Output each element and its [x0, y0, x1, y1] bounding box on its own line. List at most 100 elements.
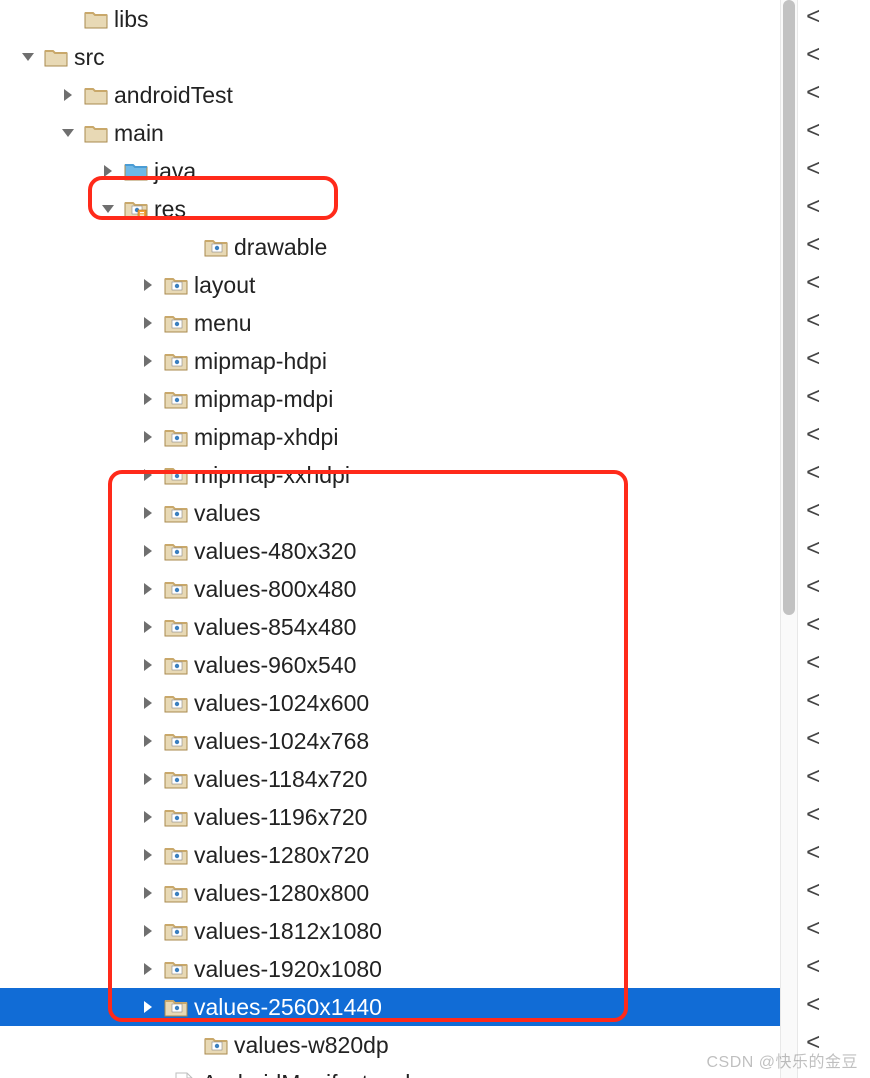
editor-panel[interactable]: <<<<<<<<<<<<<<<<<<<<<<<<<<<<: [798, 0, 870, 1078]
folder-dot-icon: [164, 882, 188, 904]
tree-item-drawable[interactable]: drawable: [0, 228, 780, 266]
tree-scrollbar[interactable]: [780, 0, 798, 1078]
tree-item-values-800x480[interactable]: values-800x480: [0, 570, 780, 608]
chevron-right-icon[interactable]: [140, 771, 156, 787]
tree-item-androidtest[interactable]: androidTest: [0, 76, 780, 114]
tree-item-values-1196x720[interactable]: values-1196x720: [0, 798, 780, 836]
tree-item-values-w820dp[interactable]: values-w820dp: [0, 1026, 780, 1064]
tree-item-label: values-854x480: [194, 614, 356, 641]
editor-line: <: [806, 836, 870, 874]
folder-icon: [44, 46, 68, 68]
tree-item-mipmap-xxhdpi[interactable]: mipmap-xxhdpi: [0, 456, 780, 494]
tree-item-label: libs: [114, 6, 149, 33]
chevron-down-icon[interactable]: [100, 201, 116, 217]
tree-item-values-1024x768[interactable]: values-1024x768: [0, 722, 780, 760]
tree-item-label: res: [154, 196, 186, 223]
chevron-right-icon[interactable]: [140, 277, 156, 293]
project-tree[interactable]: libs srcandroidTestmain java res drawable lay…: [0, 0, 780, 1078]
folder-dot-icon: [164, 578, 188, 600]
tree-item-label: values-960x540: [194, 652, 356, 679]
chevron-down-icon[interactable]: [60, 125, 76, 141]
chevron-right-icon[interactable]: [140, 847, 156, 863]
editor-line: <: [806, 760, 870, 798]
folder-dot-icon: [164, 426, 188, 448]
chevron-right-icon[interactable]: [140, 695, 156, 711]
tree-item-java[interactable]: java: [0, 152, 780, 190]
editor-line: <: [806, 570, 870, 608]
tree-item-values-960x540[interactable]: values-960x540: [0, 646, 780, 684]
tree-item-layout[interactable]: layout: [0, 266, 780, 304]
chevron-right-icon[interactable]: [140, 619, 156, 635]
chevron-right-icon[interactable]: [140, 809, 156, 825]
tree-item-menu[interactable]: menu: [0, 304, 780, 342]
editor-line: <: [806, 608, 870, 646]
chevron-right-icon[interactable]: [140, 467, 156, 483]
tree-item-label: values-1024x600: [194, 690, 369, 717]
tree-item-label: values-1024x768: [194, 728, 369, 755]
editor-line: <: [806, 228, 870, 266]
chevron-right-icon[interactable]: [140, 429, 156, 445]
chevron-right-icon[interactable]: [140, 353, 156, 369]
chevron-right-icon[interactable]: [140, 315, 156, 331]
folder-dot-icon: [164, 844, 188, 866]
tree-item-values-2560x1440[interactable]: values-2560x1440: [0, 988, 780, 1026]
chevron-right-icon[interactable]: [60, 87, 76, 103]
folder-dot-icon: [164, 388, 188, 410]
folder-res-icon: [124, 198, 148, 220]
tree-item-values-1024x600[interactable]: values-1024x600: [0, 684, 780, 722]
chevron-right-icon[interactable]: [140, 505, 156, 521]
chevron-right-icon[interactable]: [140, 581, 156, 597]
folder-dot-icon: [164, 692, 188, 714]
scrollbar-thumb[interactable]: [783, 0, 795, 615]
tree-item-main[interactable]: main: [0, 114, 780, 152]
chevron-down-icon[interactable]: [20, 49, 36, 65]
tree-item-values-1920x1080[interactable]: values-1920x1080: [0, 950, 780, 988]
editor-line: <: [806, 722, 870, 760]
chevron-right-icon[interactable]: [100, 163, 116, 179]
tree-item-label: mipmap-mdpi: [194, 386, 333, 413]
chevron-right-icon[interactable]: [140, 657, 156, 673]
watermark: CSDN @快乐的金豆: [706, 1048, 858, 1072]
folder-dot-icon: [164, 996, 188, 1018]
tree-item-values-1184x720[interactable]: values-1184x720: [0, 760, 780, 798]
folder-icon: [84, 84, 108, 106]
tree-item-values[interactable]: values: [0, 494, 780, 532]
editor-line: <: [806, 418, 870, 456]
xml-file-icon: [172, 1072, 196, 1078]
tree-item-values-1812x1080[interactable]: values-1812x1080: [0, 912, 780, 950]
tree-item-label: mipmap-xxhdpi: [194, 462, 350, 489]
folder-dot-icon: [164, 730, 188, 752]
tree-item-androidmanifest-xml[interactable]: AndroidManifest.xml: [0, 1064, 780, 1078]
chevron-right-icon[interactable]: [140, 543, 156, 559]
tree-item-mipmap-xhdpi[interactable]: mipmap-xhdpi: [0, 418, 780, 456]
tree-item-res[interactable]: res: [0, 190, 780, 228]
tree-item-values-1280x800[interactable]: values-1280x800: [0, 874, 780, 912]
editor-line: <: [806, 912, 870, 950]
tree-item-src[interactable]: src: [0, 38, 780, 76]
chevron-right-icon[interactable]: [140, 391, 156, 407]
tree-item-label: menu: [194, 310, 252, 337]
folder-dot-icon: [164, 806, 188, 828]
tree-item-values-1280x720[interactable]: values-1280x720: [0, 836, 780, 874]
tree-item-mipmap-mdpi[interactable]: mipmap-mdpi: [0, 380, 780, 418]
editor-line: <: [806, 798, 870, 836]
chevron-right-icon[interactable]: [140, 999, 156, 1015]
editor-line: <: [806, 342, 870, 380]
tree-item-label: values-1920x1080: [194, 956, 382, 983]
editor-line: <: [806, 0, 870, 38]
tree-item-values-480x320[interactable]: values-480x320: [0, 532, 780, 570]
editor-line: <: [806, 38, 870, 76]
editor-line: <: [806, 874, 870, 912]
tree-item-mipmap-hdpi[interactable]: mipmap-hdpi: [0, 342, 780, 380]
chevron-right-icon[interactable]: [140, 733, 156, 749]
tree-item-label: drawable: [234, 234, 327, 261]
editor-line: <: [806, 494, 870, 532]
chevron-right-icon[interactable]: [140, 923, 156, 939]
tree-item-values-854x480[interactable]: values-854x480: [0, 608, 780, 646]
chevron-right-icon[interactable]: [140, 885, 156, 901]
tree-item-label: java: [154, 158, 196, 185]
editor-line: <: [806, 190, 870, 228]
editor-line: <: [806, 114, 870, 152]
chevron-right-icon[interactable]: [140, 961, 156, 977]
tree-item-libs[interactable]: libs: [0, 0, 780, 38]
